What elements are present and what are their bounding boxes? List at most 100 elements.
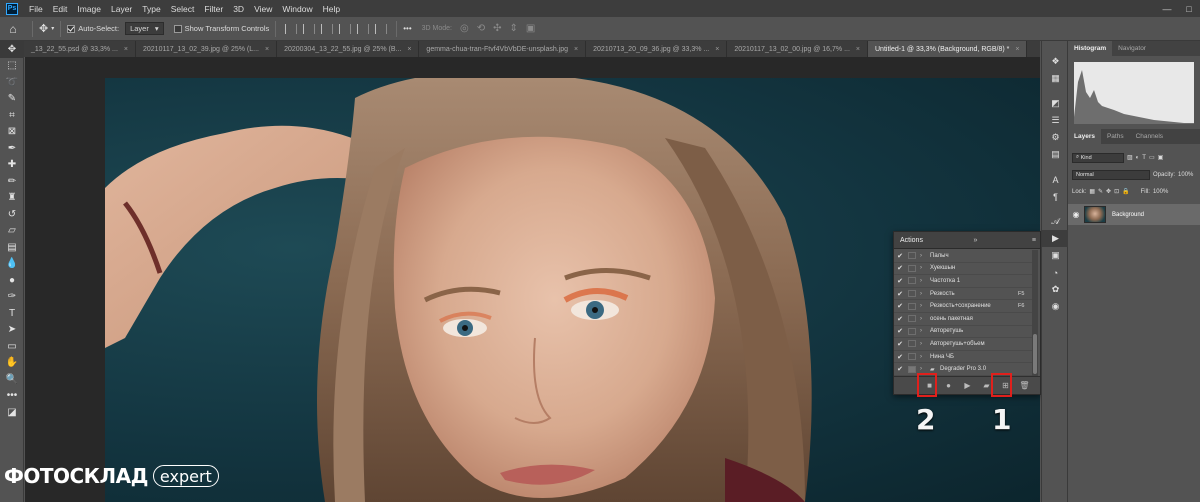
eyedropper-tool-icon[interactable]: ✒ <box>0 140 24 157</box>
opacity-value[interactable]: 100% <box>1178 172 1193 178</box>
tab-layers[interactable]: Layers <box>1068 129 1101 144</box>
chevron-right-icon[interactable]: › <box>920 328 930 334</box>
tab-paths[interactable]: Paths <box>1101 129 1130 144</box>
chevron-right-icon[interactable]: › <box>920 354 930 360</box>
record-icon[interactable]: ● <box>943 380 954 391</box>
dialog-toggle-icon[interactable] <box>908 277 916 285</box>
auto-select-dropdown[interactable]: Layer ▾ <box>125 22 164 35</box>
actions-panel-icon[interactable]: ▶ <box>1042 230 1069 247</box>
menu-image[interactable]: Image <box>72 4 106 14</box>
actions-scrollbar[interactable] <box>1032 250 1038 378</box>
trash-icon[interactable]: 🗑 <box>1019 380 1030 391</box>
shape-tool-icon[interactable]: ▭ <box>0 338 24 355</box>
dialog-toggle-icon[interactable] <box>908 315 916 323</box>
close-icon[interactable]: × <box>124 46 128 53</box>
glyphs-icon[interactable]: 𝒜 <box>1042 213 1069 230</box>
3d-slide-icon[interactable]: ⇕ <box>510 23 518 34</box>
move-tool-preset[interactable]: ✥ ▾ <box>39 22 54 35</box>
filter-adjustment-icon[interactable]: ◐ <box>1136 155 1140 161</box>
more-tools-icon[interactable]: ••• <box>0 388 24 405</box>
align-bottom-icon[interactable] <box>375 23 388 34</box>
healing-brush-tool-icon[interactable]: ✚ <box>0 157 24 174</box>
minimize-button[interactable]: — <box>1156 0 1178 17</box>
menu-3d[interactable]: 3D <box>228 4 249 14</box>
adjustments-icon[interactable]: ◩ <box>1042 95 1069 112</box>
chevron-right-icon[interactable]: › <box>920 253 930 259</box>
action-set-row[interactable]: ✔ › Авторетушь+объем <box>894 338 1032 351</box>
filter-shape-icon[interactable]: ▭ <box>1149 154 1155 161</box>
dialog-toggle-icon[interactable] <box>908 290 916 298</box>
panel-menu-icon[interactable]: ≡ <box>1032 237 1036 244</box>
home-icon[interactable]: ⌂ <box>0 17 26 41</box>
menu-edit[interactable]: Edit <box>48 4 73 14</box>
dialog-toggle-icon[interactable] <box>908 340 916 348</box>
history-icon[interactable]: ◔ <box>1042 264 1069 281</box>
paragraph-icon[interactable]: ¶ <box>1042 188 1069 205</box>
lock-transparent-icon[interactable]: ▦ <box>1089 188 1095 195</box>
eraser-tool-icon[interactable]: ▱ <box>0 223 24 240</box>
checkmark-icon[interactable]: ✔ <box>894 302 906 310</box>
lock-paint-icon[interactable]: ✎ <box>1098 188 1103 195</box>
action-set-row[interactable]: ✔ › Резкость+сохранение F6 <box>894 300 1032 313</box>
close-icon[interactable]: × <box>856 46 860 53</box>
chevron-right-icon[interactable]: › <box>920 265 930 271</box>
action-set-row[interactable]: ✔ › осень пакетная <box>894 313 1032 326</box>
action-set-row[interactable]: ✔ › Частотка 1 <box>894 275 1032 288</box>
dialog-toggle-icon[interactable] <box>908 264 916 272</box>
marquee-tool-icon[interactable]: ⬚ <box>0 58 24 75</box>
document-tab[interactable]: gemma-chua-tran-Ftvf4VbVbDE-unsplash.jpg… <box>419 41 587 57</box>
blend-mode-select[interactable]: Normal <box>1072 169 1150 180</box>
3d-orbit-icon[interactable]: ◎ <box>460 23 469 34</box>
action-set-row[interactable]: ✔ › Палыч <box>894 250 1032 263</box>
chevron-right-icon[interactable]: › <box>920 316 930 322</box>
lock-all-icon[interactable]: 🔒 <box>1122 188 1129 195</box>
clone-stamp-tool-icon[interactable]: ♜ <box>0 190 24 207</box>
checkmark-icon[interactable]: ✔ <box>894 252 906 260</box>
auto-select-checkbox[interactable]: Auto-Select: <box>67 24 119 33</box>
checkmark-icon[interactable]: ✔ <box>894 353 906 361</box>
panel-collapse-icon[interactable]: » <box>973 237 977 244</box>
3d-camera-icon[interactable]: ▣ <box>526 23 535 34</box>
learn-icon[interactable]: ◉ <box>1042 298 1069 315</box>
crop-tool-icon[interactable]: ⌗ <box>0 107 24 124</box>
menu-type[interactable]: Type <box>137 4 165 14</box>
dialog-toggle-icon[interactable] <box>908 302 916 310</box>
tab-navigator[interactable]: Navigator <box>1112 41 1152 56</box>
gradient-tool-icon[interactable]: ▤ <box>0 239 24 256</box>
action-set-row[interactable]: ✔ › Нина ЧБ <box>894 351 1032 364</box>
action-set-row[interactable]: ✔ › Хуекшын <box>894 263 1032 276</box>
checkmark-icon[interactable]: ✔ <box>894 290 906 298</box>
chevron-right-icon[interactable]: › <box>920 366 930 372</box>
chevron-right-icon[interactable]: › <box>920 291 930 297</box>
close-icon[interactable]: × <box>265 46 269 53</box>
3d-pan-icon[interactable]: ✣ <box>493 23 501 34</box>
document-canvas[interactable] <box>25 57 1040 502</box>
document-tab[interactable]: 20200304_13_22_55.jpg @ 25% (B... × <box>277 41 420 57</box>
more-options-button[interactable]: ••• <box>403 24 411 33</box>
fill-value[interactable]: 100% <box>1153 189 1168 195</box>
character-icon[interactable]: A <box>1042 171 1069 188</box>
menu-view[interactable]: View <box>249 4 277 14</box>
document-tab[interactable]: 20210713_20_09_36.jpg @ 33,3% ... × <box>586 41 728 57</box>
checkmark-icon[interactable]: ✔ <box>894 277 906 285</box>
menu-help[interactable]: Help <box>318 4 345 14</box>
quick-select-tool-icon[interactable]: ✎ <box>0 91 24 108</box>
layer-kind-select[interactable]: ⌕ Kind <box>1072 152 1124 163</box>
zoom-tool-icon[interactable]: 🔍 <box>0 371 24 388</box>
3d-roll-icon[interactable]: ⟲ <box>477 23 485 34</box>
blur-tool-icon[interactable]: 💧 <box>0 256 24 273</box>
align-right-icon[interactable] <box>321 23 334 34</box>
checkmark-icon[interactable]: ✔ <box>894 340 906 348</box>
maximize-button[interactable]: □ <box>1178 0 1200 17</box>
menu-window[interactable]: Window <box>277 4 317 14</box>
tab-histogram[interactable]: Histogram <box>1068 41 1113 56</box>
dialog-toggle-icon[interactable] <box>908 353 916 361</box>
chevron-right-icon[interactable]: › <box>920 303 930 309</box>
brushes-icon[interactable]: ✿ <box>1042 281 1069 298</box>
document-tab-active[interactable]: Untitled-1 @ 33,3% (Background, RGB/8) *… <box>868 41 1028 57</box>
filter-smart-icon[interactable]: ▣ <box>1158 154 1164 161</box>
default-colors-icon[interactable]: ◪ <box>0 404 24 421</box>
channels-icon[interactable]: ⚙ <box>1042 129 1069 146</box>
show-transform-checkbox[interactable]: Show Transform Controls <box>173 24 269 33</box>
align-left-icon[interactable] <box>285 23 298 34</box>
